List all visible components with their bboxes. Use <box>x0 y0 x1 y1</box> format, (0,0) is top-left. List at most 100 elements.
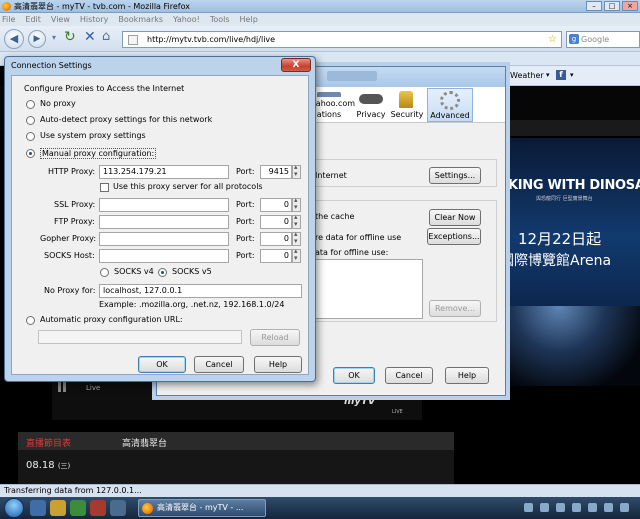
tray-icon[interactable] <box>572 503 581 512</box>
maximize-icon[interactable]: □ <box>604 1 620 11</box>
ssl-proxy-label: SSL Proxy: <box>54 200 96 209</box>
socks-v5-radio[interactable] <box>158 268 167 277</box>
menu-bookmarks[interactable]: Bookmarks <box>118 15 163 24</box>
taskbar-firefox-task[interactable]: 高清翡翠台 - myTV - ... <box>138 499 266 517</box>
menu-view[interactable]: View <box>51 15 70 24</box>
history-dropdown-icon[interactable]: ▾ <box>52 33 56 42</box>
help-button[interactable]: Help <box>254 356 302 373</box>
tab-advanced[interactable]: Advanced <box>427 88 473 122</box>
options-ok-button[interactable]: OK <box>333 367 375 384</box>
clear-now-button[interactable]: Clear Now <box>429 209 481 226</box>
media-icon[interactable] <box>70 500 86 516</box>
auto-url-label: Automatic proxy configuration URL: <box>40 315 183 324</box>
reload-button[interactable]: Reload <box>250 329 300 346</box>
guide-header <box>18 432 454 450</box>
gopher-port-input[interactable]: 0 <box>260 232 292 246</box>
ie-icon[interactable] <box>30 500 46 516</box>
http-proxy-input[interactable]: 113.254.179.21 <box>99 165 229 179</box>
auto-url-radio[interactable] <box>26 316 35 325</box>
guide-title[interactable]: 直播節目表 <box>26 436 71 449</box>
folder-icon[interactable] <box>50 500 66 516</box>
menu-tools[interactable]: Tools <box>210 15 230 24</box>
tray-icon[interactable] <box>620 503 629 512</box>
reload-icon[interactable]: ↻ <box>64 29 76 45</box>
search-input[interactable]: g Google <box>566 31 640 48</box>
no-proxy-radio[interactable] <box>26 100 35 109</box>
tray-icon[interactable] <box>524 503 533 512</box>
ssl-proxy-input[interactable] <box>99 198 229 212</box>
gopher-port-stepper[interactable] <box>292 230 301 246</box>
app2-icon[interactable] <box>110 500 126 516</box>
socks-v4-radio[interactable] <box>100 268 109 277</box>
back-arrow-icon[interactable]: ◀ <box>4 29 24 49</box>
socks-v5-label: SOCKS v5 <box>172 267 212 276</box>
start-button[interactable] <box>4 498 24 518</box>
proxy-group-label: Configure Proxies to Access the Internet <box>24 84 185 93</box>
exceptions-button[interactable]: Exceptions... <box>427 228 481 245</box>
menu-yahoo[interactable]: Yahoo! <box>173 15 200 24</box>
socks-port-label: Port: <box>236 251 255 260</box>
remove-button[interactable]: Remove... <box>429 300 481 317</box>
tray-icon[interactable] <box>588 503 597 512</box>
search-placeholder: Google <box>581 35 610 44</box>
auto-detect-radio[interactable] <box>26 116 35 125</box>
tray-icon[interactable] <box>556 503 565 512</box>
auto-url-input[interactable] <box>38 330 242 344</box>
banner-venue: 國際博覽館Arena <box>500 253 612 269</box>
ssl-port-stepper[interactable] <box>292 196 301 212</box>
offline-list[interactable] <box>315 259 423 319</box>
minimize-icon[interactable]: – <box>586 1 602 11</box>
no-proxy-example: Example: .mozilla.org, .net.nz, 192.168.… <box>99 300 285 309</box>
weather-dropdown-icon[interactable]: ▾ <box>546 71 550 79</box>
no-proxy-for-input[interactable]: localhost, 127.0.0.1 <box>99 284 302 298</box>
close-icon[interactable]: × <box>622 1 638 11</box>
ftp-port-stepper[interactable] <box>292 213 301 229</box>
tab-security-label: Security <box>390 110 424 119</box>
offline-ask-label: re data for offline use <box>315 233 402 242</box>
mask-icon <box>359 94 383 104</box>
weather-button[interactable]: Weather <box>510 71 544 80</box>
manual-proxy-radio[interactable] <box>26 149 35 158</box>
connection-settings-dialog: Connection Settings X Configure Proxies … <box>4 56 316 382</box>
http-port-input[interactable]: 9415 <box>260 165 292 179</box>
menu-edit[interactable]: Edit <box>25 15 41 24</box>
socks-port-stepper[interactable] <box>292 247 301 263</box>
socks-port-input[interactable]: 0 <box>260 249 292 263</box>
http-port-label: Port: <box>236 167 255 176</box>
facebook-icon[interactable]: f <box>556 70 566 80</box>
no-proxy-label: No proxy <box>40 99 76 108</box>
browser-menu-bar: File Edit View History Bookmarks Yahoo! … <box>0 13 640 26</box>
menu-history[interactable]: History <box>80 15 108 24</box>
socks-host-input[interactable] <box>99 249 229 263</box>
banner-date: 12月22日起 <box>518 230 602 248</box>
options-cancel-button[interactable]: Cancel <box>385 367 433 384</box>
ftp-proxy-input[interactable] <box>99 215 229 229</box>
url-bar[interactable]: http://mytv.tvb.com/live/hdj/live ☆ <box>122 31 562 48</box>
close-icon[interactable]: X <box>281 58 311 72</box>
menu-file[interactable]: File <box>2 15 15 24</box>
http-port-stepper[interactable] <box>292 163 301 179</box>
tab-advanced-label: Advanced <box>430 111 470 120</box>
stop-icon[interactable]: ✕ <box>84 29 96 45</box>
tab-security[interactable]: Security <box>385 88 429 122</box>
settings-button[interactable]: Settings... <box>429 167 481 184</box>
ftp-port-input[interactable]: 0 <box>260 215 292 229</box>
home-icon[interactable]: ⌂ <box>102 29 110 44</box>
tray-icon[interactable] <box>540 503 549 512</box>
options-help-button[interactable]: Help <box>445 367 489 384</box>
forward-arrow-icon[interactable]: ▶ <box>28 30 46 48</box>
bookmark-star-icon[interactable]: ☆ <box>548 32 557 47</box>
pause-icon[interactable] <box>58 382 66 392</box>
tray-icon[interactable] <box>604 503 613 512</box>
gopher-proxy-input[interactable] <box>99 232 229 246</box>
menu-help[interactable]: Help <box>240 15 258 24</box>
facebook-dropdown-icon[interactable]: ▾ <box>570 71 574 79</box>
ssl-port-input[interactable]: 0 <box>260 198 292 212</box>
connection-settings-title-bar: Connection Settings X <box>5 57 315 75</box>
same-proxy-checkbox[interactable] <box>100 183 109 192</box>
cancel-button[interactable]: Cancel <box>194 356 244 373</box>
system-proxy-label: Use system proxy settings <box>40 131 146 140</box>
system-proxy-radio[interactable] <box>26 132 35 141</box>
app-icon[interactable] <box>90 500 106 516</box>
ok-button[interactable]: OK <box>138 356 186 373</box>
